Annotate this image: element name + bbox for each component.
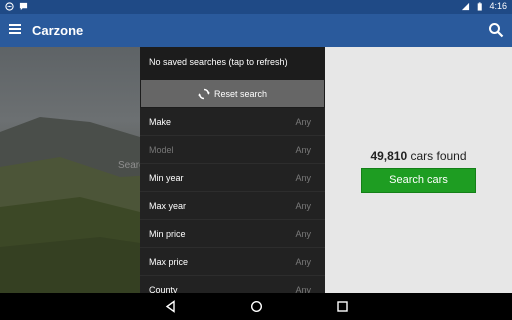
search-icon[interactable] (488, 22, 504, 38)
system-nav-bar (0, 293, 512, 320)
status-bar: 4:16 (0, 0, 512, 14)
filter-value: Any (295, 285, 311, 293)
filter-row-max-price[interactable]: Max price Any (140, 248, 325, 276)
search-filter-panel: No saved searches (tap to refresh) Reset… (140, 47, 325, 293)
back-icon[interactable] (164, 300, 177, 313)
home-icon[interactable] (250, 300, 263, 313)
filter-value: Any (295, 257, 311, 267)
filter-label: Model (149, 145, 174, 155)
app-bar: Carzone (0, 14, 512, 47)
filter-value: Any (295, 173, 311, 183)
filter-label: County (149, 285, 178, 293)
filter-label: Max year (149, 201, 187, 211)
clock: 4:16 (489, 1, 507, 11)
filter-row-make[interactable]: Make Any (140, 108, 325, 136)
filter-row-max-year[interactable]: Max year Any (140, 192, 325, 220)
battery-icon (478, 1, 483, 11)
filter-row-min-year[interactable]: Min year Any (140, 164, 325, 192)
filter-row-model[interactable]: Model Any (140, 136, 325, 164)
search-cars-button[interactable]: Search cars (361, 168, 476, 193)
chat-icon (5, 2, 14, 11)
refresh-icon (198, 88, 210, 99)
results-pane: 49,810 cars found Search cars (325, 47, 512, 293)
saved-searches-item[interactable]: No saved searches (tap to refresh) (140, 47, 325, 78)
filter-value: Any (295, 201, 311, 211)
reset-search-label: Reset search (213, 88, 268, 99)
message-icon (19, 2, 28, 11)
filter-label: Min year (149, 173, 184, 183)
cars-found-label: 49,810 cars found (325, 149, 512, 163)
cars-found-count: 49,810 (370, 149, 408, 163)
filter-value: Any (295, 145, 311, 155)
filter-value: Any (295, 117, 311, 127)
recents-icon[interactable] (336, 300, 349, 313)
cars-found-suffix: cars found (407, 149, 467, 163)
filter-list: Make Any Model Any Min year Any Max year… (140, 108, 325, 293)
menu-icon[interactable] (9, 24, 21, 36)
filter-label: Max price (149, 257, 189, 267)
filter-value: Any (295, 229, 311, 239)
filter-row-min-price[interactable]: Min price Any (140, 220, 325, 248)
filter-label: Make (149, 117, 172, 127)
app-title: Carzone (32, 23, 84, 38)
reset-search-button[interactable]: Reset search (141, 80, 324, 107)
filter-row-county[interactable]: County Any (140, 276, 325, 293)
filter-label: Min price (149, 229, 186, 239)
signal-icon (462, 2, 470, 10)
